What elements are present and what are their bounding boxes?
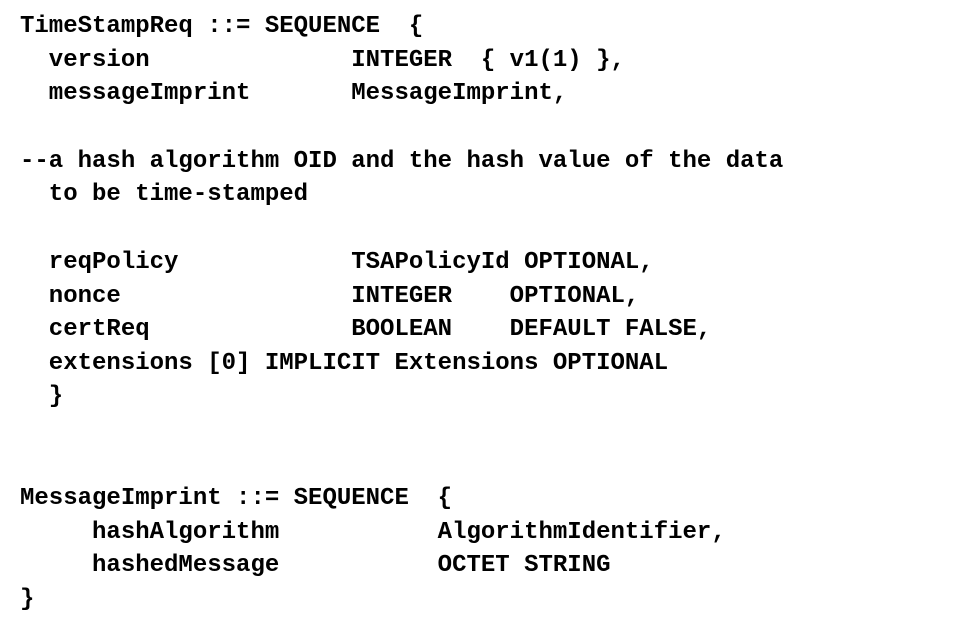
line: hashedMessage OCTET STRING xyxy=(20,552,611,579)
line: hashAlgorithm AlgorithmIdentifier, xyxy=(20,519,726,546)
comment-block: --a hash algorithm OID and the hash valu… xyxy=(20,145,940,212)
timestampreq-fields: reqPolicy TSAPolicyId OPTIONAL, nonce IN… xyxy=(20,246,940,414)
line: } xyxy=(20,383,63,410)
spacer xyxy=(20,448,940,482)
asn1-definition-page: TimeStampReq ::= SEQUENCE { version INTE… xyxy=(0,0,960,626)
messageimprint-block: MessageImprint ::= SEQUENCE { hashAlgori… xyxy=(20,482,940,616)
line: reqPolicy TSAPolicyId OPTIONAL, xyxy=(20,249,654,276)
line: --a hash algorithm OID and the hash valu… xyxy=(20,148,783,175)
spacer xyxy=(20,212,940,246)
spacer xyxy=(20,414,940,448)
line: extensions [0] IMPLICIT Extensions OPTIO… xyxy=(20,350,668,377)
line: version INTEGER { v1(1) }, xyxy=(20,47,625,74)
line: } xyxy=(20,586,34,613)
line: TimeStampReq ::= SEQUENCE { xyxy=(20,13,423,40)
line: certReq BOOLEAN DEFAULT FALSE, xyxy=(20,316,711,343)
line: nonce INTEGER OPTIONAL, xyxy=(20,283,639,310)
line: messageImprint MessageImprint, xyxy=(20,80,567,107)
line: MessageImprint ::= SEQUENCE { xyxy=(20,485,452,512)
timestampreq-header: TimeStampReq ::= SEQUENCE { version INTE… xyxy=(20,10,940,111)
spacer xyxy=(20,111,940,145)
line: to be time-stamped xyxy=(20,181,308,208)
